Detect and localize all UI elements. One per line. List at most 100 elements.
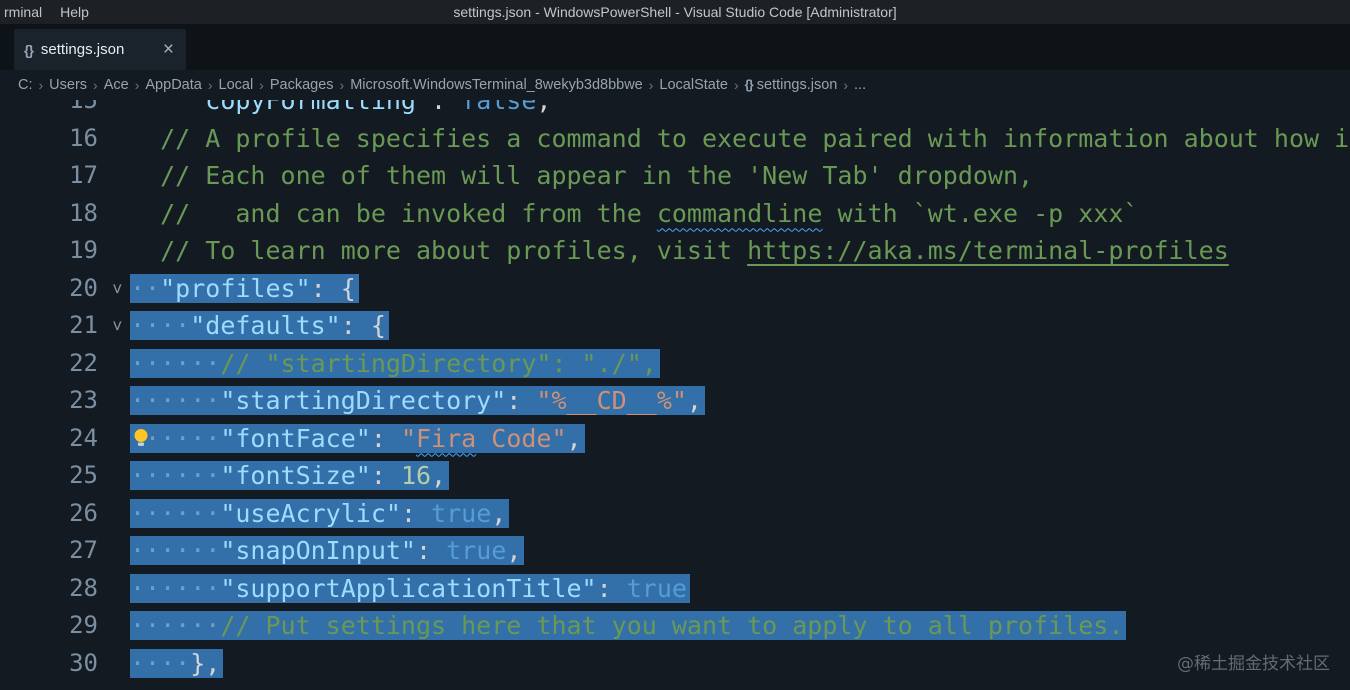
tab-label: settings.json [41,41,124,58]
code-token: , [491,499,506,528]
line-number[interactable]: 31 [0,682,130,690]
breadcrumb-item[interactable]: Ace [102,77,131,93]
code-line[interactable]: 16 // A profile specifies a command to e… [0,120,1350,158]
code-token: true [627,574,687,603]
code-line-text: "copyFormatting": false, [130,100,1350,120]
code-line[interactable]: 15 "copyFormatting": false, [0,100,1350,120]
code-token: "profiles" [160,274,311,303]
line-number[interactable]: 20> [0,270,130,308]
comment-link[interactable]: https://aka.ms/terminal-profiles [747,236,1229,265]
fold-chevron-icon[interactable]: > [105,270,127,308]
line-number[interactable]: 17 [0,157,130,195]
breadcrumb-separator-icon: › [730,77,743,93]
code-token: , [431,461,446,490]
line-number[interactable]: 21> [0,307,130,345]
code-token: // "startingDirectory": "./", [220,349,657,378]
code-token: ······ [130,536,220,565]
line-number[interactable]: 25 [0,457,130,495]
json-braces-icon: {} [745,77,753,92]
line-number[interactable]: 23 [0,382,130,420]
code-line[interactable]: 20>··"profiles": { [0,270,1350,308]
code-token: : [401,499,431,528]
line-number[interactable]: 30 [0,645,130,683]
breadcrumb-separator-icon: › [839,77,852,93]
code-token: , [567,424,582,453]
line-number[interactable]: 15 [0,100,130,120]
menu-item-terminal[interactable]: rminal [0,4,51,20]
code-line[interactable]: 31 "list": [ [0,682,1350,690]
code-line[interactable]: 25······"fontSize": 16, [0,457,1350,495]
code-line[interactable]: 24······"fontFace": "Fira Code", [0,420,1350,458]
code-line[interactable]: 26······"useAcrylic": true, [0,495,1350,533]
breadcrumb-item[interactable]: Local [217,77,256,93]
code-editor[interactable]: 15 "copyFormatting": false,16 // A profi… [0,100,1350,690]
line-number[interactable]: 22 [0,345,130,383]
breadcrumb-item[interactable]: AppData [143,77,203,93]
code-line[interactable]: 29······// Put settings here that you wa… [0,607,1350,645]
code-token: : [431,100,461,115]
fold-chevron-icon[interactable]: > [105,307,127,345]
code-line[interactable]: 27······"snapOnInput": true, [0,532,1350,570]
lightbulb-icon[interactable] [133,428,149,454]
code-token: " [401,424,416,453]
code-token: // Each one of them will appear in the '… [160,161,1033,190]
breadcrumb-item[interactable]: ... [852,77,868,93]
code-token: ······ [130,611,220,640]
code-token: : [506,386,536,415]
code-token: "copyFormatting" [190,100,431,115]
tab-settings-json[interactable]: {} settings.json × [14,29,186,70]
line-number[interactable]: 24 [0,420,130,458]
breadcrumb-separator-icon: › [35,77,48,93]
code-token: "snapOnInput" [220,536,416,565]
breadcrumb-separator-icon: › [131,77,144,93]
line-number[interactable]: 27 [0,532,130,570]
breadcrumb-item[interactable]: Users [47,77,89,93]
code-token: : [341,311,371,340]
code-token: "defaults" [190,311,341,340]
code-line[interactable]: 22······// "startingDirectory": "./", [0,345,1350,383]
code-line[interactable]: 23······"startingDirectory": "%__CD__%", [0,382,1350,420]
code-line-text: // and can be invoked from the commandli… [130,195,1350,233]
code-line-text: ··"profiles": { [130,270,1350,308]
breadcrumb-separator-icon: › [336,77,349,93]
breadcrumb-item[interactable]: Microsoft.WindowsTerminal_8wekyb3d8bbwe [348,77,645,93]
line-number[interactable]: 19 [0,232,130,270]
line-number[interactable]: 29 [0,607,130,645]
code-line[interactable]: 18 // and can be invoked from the comman… [0,195,1350,233]
code-token: "useAcrylic" [220,499,401,528]
code-token: : [371,461,401,490]
close-icon[interactable]: × [161,40,176,59]
code-line[interactable]: 21>····"defaults": { [0,307,1350,345]
code-line-text: "list": [ [130,682,1350,690]
code-token: "fontFace" [220,424,371,453]
code-line[interactable]: 28······"supportApplicationTitle": true [0,570,1350,608]
code-token [130,124,160,153]
code-line[interactable]: 17 // Each one of them will appear in th… [0,157,1350,195]
code-token: Code" [476,424,566,453]
code-token: 16 [401,461,431,490]
code-token: true [446,536,506,565]
code-token: ···· [130,311,190,340]
code-line-text: ······// "startingDirectory": "./", [130,345,1350,383]
code-line[interactable]: 30····}, [0,645,1350,683]
line-number[interactable]: 26 [0,495,130,533]
breadcrumb-item[interactable]: {}settings.json [743,77,840,93]
breadcrumb-item[interactable]: LocalState [657,77,730,93]
line-number[interactable]: 28 [0,570,130,608]
code-token [130,161,160,190]
code-token: ······ [130,349,220,378]
line-number[interactable]: 18 [0,195,130,233]
line-number[interactable]: 16 [0,120,130,158]
code-token: [ [311,686,326,690]
breadcrumb-item[interactable]: Packages [268,77,336,93]
code-token: { [341,274,356,303]
code-line[interactable]: 19 // To learn more about profiles, visi… [0,232,1350,270]
code-token: // To learn more about profiles, visit [160,236,747,265]
breadcrumb-item[interactable]: C: [16,77,35,93]
code-token: // and can be invoked from the [160,199,657,228]
code-line-text: ······"snapOnInput": true, [130,532,1350,570]
code-token: , [687,386,702,415]
code-line-text: ······// Put settings here that you want… [130,607,1350,645]
code-line-text: ······"useAcrylic": true, [130,495,1350,533]
menu-item-help[interactable]: Help [51,4,98,20]
